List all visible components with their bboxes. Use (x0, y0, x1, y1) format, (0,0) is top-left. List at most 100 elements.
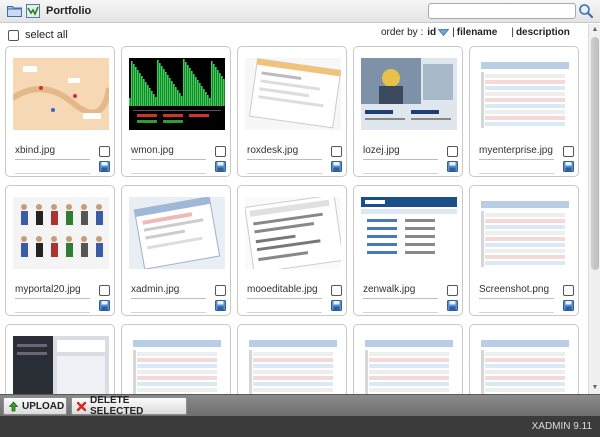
folder-icon (7, 6, 22, 17)
filename-field[interactable] (131, 298, 206, 299)
delete-selected-label: DELETE SELECTED (90, 395, 144, 417)
save-icon[interactable] (99, 161, 110, 172)
file-select-checkbox[interactable] (99, 146, 110, 157)
file-select-checkbox[interactable] (99, 285, 110, 296)
save-icon[interactable] (215, 300, 226, 311)
file-card[interactable]: myenterprise.jpg (469, 46, 579, 177)
order-by: order by : id | filename | description (381, 27, 570, 38)
file-select-checkbox[interactable] (447, 285, 458, 296)
description-field[interactable] (131, 312, 206, 313)
file-name: xadmin.jpg (131, 284, 180, 295)
file-thumbnail[interactable] (477, 58, 573, 130)
file-card[interactable]: xbind.jpg (5, 46, 115, 177)
file-select-checkbox[interactable] (447, 146, 458, 157)
file-card[interactable]: xadmin.jpg (121, 185, 231, 316)
file-card[interactable]: lozej.jpg (353, 46, 463, 177)
description-field[interactable] (15, 312, 90, 313)
file-thumbnail[interactable] (477, 197, 573, 269)
save-icon[interactable] (215, 161, 226, 172)
file-card[interactable] (121, 324, 231, 394)
file-name: xbind.jpg (15, 145, 56, 156)
scrollbar-thumb[interactable] (591, 37, 599, 270)
filename-field[interactable] (247, 298, 322, 299)
file-card[interactable] (353, 324, 463, 394)
select-all[interactable]: select all (8, 29, 68, 41)
file-thumbnail[interactable] (13, 197, 109, 269)
version-label: XADMIN 9.11 (531, 421, 592, 432)
description-field[interactable] (479, 312, 554, 313)
file-select-checkbox[interactable] (563, 146, 574, 157)
save-icon[interactable] (563, 300, 574, 311)
filename-field[interactable] (479, 298, 554, 299)
file-card[interactable]: roxdesk.jpg (237, 46, 347, 177)
file-card[interactable]: myportal20.jpg (5, 185, 115, 316)
file-name: myportal20.jpg (15, 284, 81, 295)
file-select-checkbox[interactable] (331, 146, 342, 157)
file-thumbnail[interactable] (13, 58, 109, 130)
file-thumbnail[interactable] (245, 336, 341, 394)
description-field[interactable] (247, 173, 322, 174)
file-select-checkbox[interactable] (215, 285, 226, 296)
scroll-down-arrow-icon[interactable]: ▼ (590, 383, 600, 393)
file-name: mooeditable.jpg (247, 284, 318, 295)
file-thumbnail[interactable] (361, 58, 457, 130)
file-name: zenwalk.jpg (363, 284, 416, 295)
description-field[interactable] (479, 173, 554, 174)
delete-selected-button[interactable]: DELETE SELECTED (71, 395, 187, 417)
delete-x-icon (76, 401, 87, 411)
file-thumbnail[interactable] (129, 336, 225, 394)
search-icon[interactable] (578, 3, 594, 19)
file-card[interactable] (237, 324, 347, 394)
file-thumbnail[interactable] (129, 197, 225, 269)
filename-field[interactable] (247, 159, 322, 160)
sort-id[interactable]: id (427, 27, 436, 38)
vertical-scrollbar[interactable]: ▲ ▼ (588, 24, 600, 394)
filename-field[interactable] (479, 159, 554, 160)
file-card[interactable]: mooeditable.jpg (237, 185, 347, 316)
file-card[interactable] (5, 324, 115, 394)
description-field[interactable] (131, 173, 206, 174)
app-icon (26, 4, 40, 18)
file-thumbnail[interactable] (129, 58, 225, 130)
filename-field[interactable] (363, 298, 438, 299)
filename-field[interactable] (363, 159, 438, 160)
upload-button-label: UPLOAD (22, 400, 65, 412)
save-icon[interactable] (99, 300, 110, 311)
save-icon[interactable] (563, 161, 574, 172)
upload-button[interactable]: UPLOAD (3, 397, 67, 415)
file-card[interactable]: zenwalk.jpg (353, 185, 463, 316)
filename-field[interactable] (131, 159, 206, 160)
sort-filename[interactable]: filename (457, 27, 498, 38)
description-field[interactable] (363, 312, 438, 313)
save-icon[interactable] (331, 300, 342, 311)
description-field[interactable] (247, 312, 322, 313)
file-thumbnail[interactable] (361, 336, 457, 394)
sort-descending-icon[interactable] (438, 29, 450, 36)
description-field[interactable] (15, 173, 90, 174)
file-thumbnail[interactable] (13, 336, 109, 394)
save-icon[interactable] (331, 161, 342, 172)
file-select-checkbox[interactable] (331, 285, 342, 296)
file-select-checkbox[interactable] (215, 146, 226, 157)
file-card[interactable] (469, 324, 579, 394)
select-all-checkbox[interactable] (8, 29, 19, 41)
scroll-up-arrow-icon[interactable]: ▲ (590, 25, 600, 35)
save-icon[interactable] (447, 161, 458, 172)
description-field[interactable] (363, 173, 438, 174)
upload-arrow-icon (8, 400, 19, 411)
order-by-label: order by : (381, 27, 424, 38)
filename-field[interactable] (15, 298, 90, 299)
file-thumbnail[interactable] (361, 197, 457, 269)
file-thumbnail[interactable] (245, 58, 341, 130)
filename-field[interactable] (15, 159, 90, 160)
file-card[interactable]: Screenshot.png (469, 185, 579, 316)
search-input[interactable] (428, 3, 576, 19)
save-icon[interactable] (447, 300, 458, 311)
file-name: roxdesk.jpg (247, 145, 299, 156)
file-card[interactable]: wmon.jpg (121, 46, 231, 177)
file-thumbnail[interactable] (477, 336, 573, 394)
file-thumbnail[interactable] (245, 197, 341, 269)
file-select-checkbox[interactable] (563, 285, 574, 296)
select-all-label: select all (25, 29, 68, 41)
sort-description[interactable]: description (516, 27, 570, 38)
